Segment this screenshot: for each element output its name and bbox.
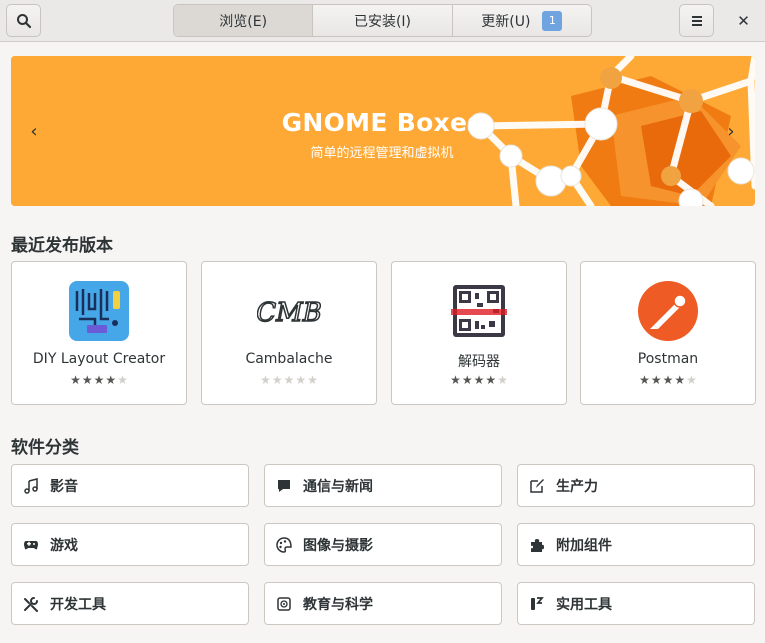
- tools-icon: [22, 595, 40, 613]
- category-label: 通信与新闻: [303, 478, 373, 495]
- postman-icon: [638, 281, 698, 341]
- palette-icon: [275, 536, 293, 554]
- hamburger-menu-icon: [691, 15, 702, 26]
- chat-icon: [275, 477, 293, 495]
- app-name: Cambalache: [245, 351, 333, 367]
- category-label: 教育与科学: [303, 596, 373, 613]
- tab-updates-label: 更新(U): [481, 13, 531, 30]
- category-audio-video[interactable]: 影音: [11, 464, 249, 507]
- star-icon: ★: [93, 373, 105, 387]
- star-icon: ★: [81, 373, 93, 387]
- star-icon: ★: [283, 373, 295, 387]
- close-button[interactable]: ✕: [727, 4, 760, 37]
- star-icon: ★: [117, 373, 128, 387]
- star-icon: ★: [674, 373, 686, 387]
- category-label: 附加组件: [556, 537, 612, 554]
- app-tile-decoder[interactable]: 解码器 ★ ★ ★ ★ ★: [391, 261, 567, 405]
- rating-stars: ★ ★ ★ ★ ★: [12, 374, 186, 386]
- category-label: 实用工具: [556, 596, 612, 613]
- tab-installed[interactable]: 已安装(I): [313, 5, 453, 36]
- app-tile-postman[interactable]: Postman ★ ★ ★ ★ ★: [580, 261, 756, 405]
- tab-browse-label: 浏览(E): [219, 13, 268, 30]
- star-icon: ★: [686, 373, 697, 387]
- category-games[interactable]: 游戏: [11, 523, 249, 566]
- header-bar: 浏览(E) 已安装(I) 更新(U) 1 ✕: [0, 0, 765, 42]
- gamepad-icon: [22, 536, 40, 554]
- star-icon: ★: [473, 373, 485, 387]
- star-icon: ★: [271, 373, 283, 387]
- rating-stars: ★ ★ ★ ★ ★: [392, 374, 566, 386]
- banner-subtitle: 简单的远程管理和虚拟机: [310, 146, 454, 161]
- category-label: 生产力: [556, 478, 598, 495]
- app-name: Postman: [637, 351, 699, 367]
- music-icon: [22, 477, 40, 495]
- category-label: 影音: [50, 478, 78, 495]
- app-tile-diy-layout-creator[interactable]: DIY Layout Creator ★ ★ ★ ★ ★: [11, 261, 187, 405]
- star-icon: ★: [662, 373, 674, 387]
- category-developer-tools[interactable]: 开发工具: [11, 582, 249, 625]
- category-communication-news[interactable]: 通信与新闻: [264, 464, 502, 507]
- decoder-qr-icon: [451, 285, 507, 337]
- categories-heading: 软件分类: [11, 438, 79, 458]
- star-icon: ★: [450, 373, 461, 387]
- cambalache-icon: CMB: [257, 297, 321, 329]
- view-switcher: 浏览(E) 已安装(I) 更新(U) 1: [173, 4, 592, 37]
- updates-count-badge: 1: [542, 10, 563, 31]
- rating-stars: ★ ★ ★ ★ ★: [581, 374, 755, 386]
- category-label: 游戏: [50, 537, 78, 554]
- tab-updates[interactable]: 更新(U) 1: [453, 5, 591, 36]
- rating-stars: ★ ★ ★ ★ ★: [202, 374, 376, 386]
- puzzle-icon: [528, 536, 546, 554]
- category-productivity[interactable]: 生产力: [517, 464, 755, 507]
- recent-releases-heading: 最近发布版本: [11, 236, 113, 256]
- category-education-science[interactable]: 教育与科学: [264, 582, 502, 625]
- category-label: 开发工具: [50, 596, 106, 613]
- star-icon: ★: [260, 373, 271, 387]
- search-icon: [16, 13, 31, 28]
- star-icon: ★: [461, 373, 473, 387]
- category-graphics-photography[interactable]: 图像与摄影: [264, 523, 502, 566]
- main-menu-button[interactable]: [679, 4, 714, 37]
- category-add-ons[interactable]: 附加组件: [517, 523, 755, 566]
- app-tile-cambalache[interactable]: CMB Cambalache ★ ★ ★ ★ ★: [201, 261, 377, 405]
- banner-title: GNOME Boxes: [281, 108, 483, 137]
- star-icon: ★: [105, 373, 117, 387]
- edit-icon: [528, 477, 546, 495]
- star-icon: ★: [485, 373, 497, 387]
- category-label: 图像与摄影: [303, 537, 373, 554]
- star-icon: ★: [639, 373, 650, 387]
- star-icon: ★: [307, 373, 318, 387]
- star-icon: ★: [70, 373, 81, 387]
- science-icon: [275, 595, 293, 613]
- star-icon: ★: [497, 373, 508, 387]
- utilities-icon: [528, 595, 546, 613]
- category-utilities[interactable]: 实用工具: [517, 582, 755, 625]
- tab-installed-label: 已安装(I): [353, 13, 412, 30]
- diy-layout-creator-icon: [69, 281, 129, 341]
- app-name: DIY Layout Creator: [32, 351, 166, 367]
- app-name: 解码器: [458, 354, 500, 370]
- star-icon: ★: [295, 373, 307, 387]
- search-button[interactable]: [6, 4, 41, 37]
- tab-browse[interactable]: 浏览(E): [174, 5, 314, 36]
- svg-text:CMB: CMB: [257, 298, 321, 328]
- close-icon: ✕: [737, 11, 750, 30]
- star-icon: ★: [650, 373, 662, 387]
